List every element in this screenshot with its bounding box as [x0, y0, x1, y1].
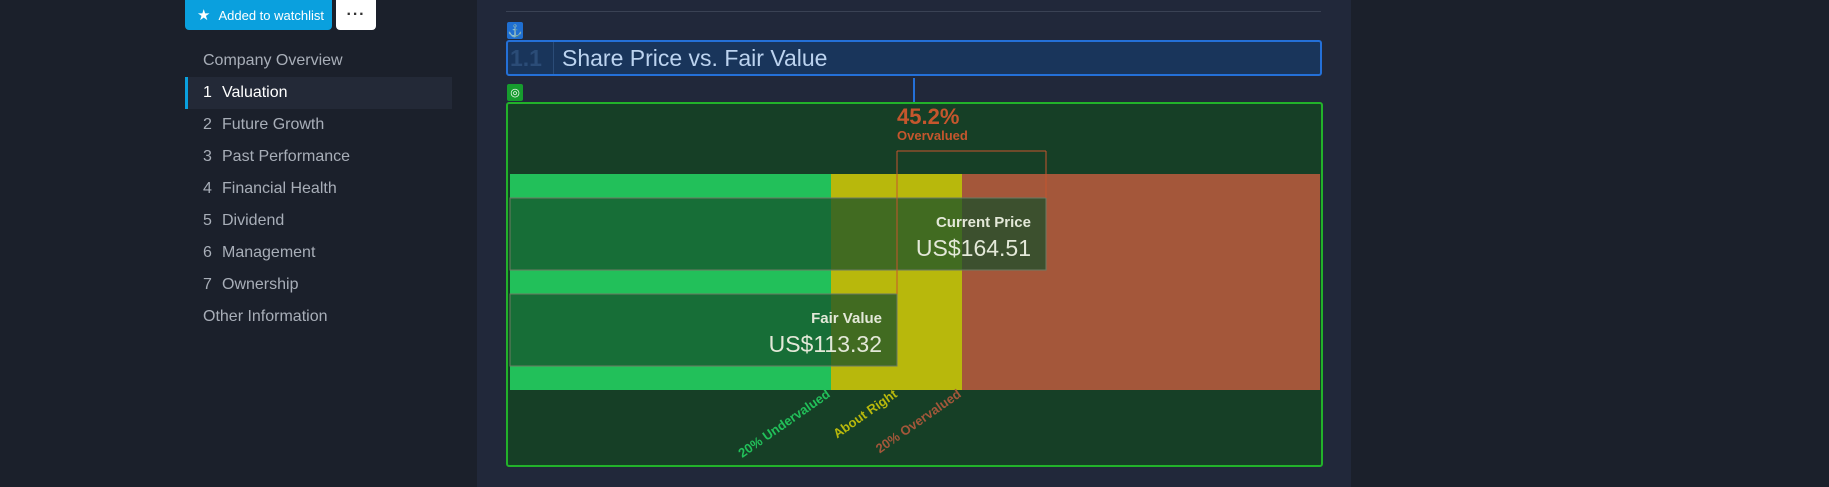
target-icon[interactable]: ◎: [507, 84, 523, 101]
valuation-chart: 45.2% Overvalued Current Price US$164.51…: [506, 102, 1323, 467]
divider: [506, 11, 1321, 12]
section-connector: [913, 78, 915, 102]
sidebar-item-number: 3: [203, 148, 212, 165]
sidebar-item-number: 1: [203, 84, 212, 101]
section-header: 1.1 Share Price vs. Fair Value: [506, 40, 1322, 76]
sidebar-item-dividend[interactable]: 5 Dividend: [185, 205, 452, 237]
watchlist-label: Added to watchlist: [218, 7, 324, 23]
current-price-value: US$164.51: [916, 235, 1031, 261]
more-options-button[interactable]: ···: [336, 0, 376, 30]
valuation-status: Overvalued: [897, 128, 968, 143]
current-price-label: Current Price: [936, 214, 1031, 231]
star-icon: ★: [197, 6, 211, 24]
section-title: Share Price vs. Fair Value: [562, 44, 828, 71]
sidebar-item-future-growth[interactable]: 2 Future Growth: [185, 109, 452, 141]
sidebar-item-label: Future Growth: [222, 116, 325, 133]
watchlist-button[interactable]: ★ Added to watchlist: [185, 0, 332, 30]
sidebar-item-ownership[interactable]: 7 Ownership: [185, 269, 452, 301]
sidebar-item-number: 5: [203, 212, 212, 229]
sidebar-item-label: Financial Health: [222, 180, 337, 197]
fair-value-value: US$113.32: [769, 331, 882, 357]
sidebar-item-other-information[interactable]: Other Information: [185, 301, 452, 333]
sidebar-item-number: 2: [203, 116, 212, 133]
anchor-icon[interactable]: ⚓: [507, 22, 523, 39]
sidebar-item-number: 6: [203, 244, 212, 261]
sidebar-item-label: Other Information: [203, 308, 328, 325]
sidebar-item-past-performance[interactable]: 3 Past Performance: [185, 141, 452, 173]
sidebar-item-label: Dividend: [222, 212, 285, 229]
sidebar-nav: Company Overview 1 Valuation 2 Future Gr…: [185, 45, 452, 333]
zone-label-undervalued: 20% Undervalued: [735, 386, 832, 460]
fair-value-label: Fair Value: [811, 310, 882, 327]
sidebar-item-label: Past Performance: [222, 148, 351, 165]
sidebar-item-label: Valuation: [222, 84, 288, 101]
sidebar-item-management[interactable]: 6 Management: [185, 237, 452, 269]
sidebar-item-label: Ownership: [222, 276, 299, 293]
sidebar-item-financial-health[interactable]: 4 Financial Health: [185, 173, 452, 205]
valuation-percent: 45.2%: [897, 104, 959, 129]
sidebar-item-number: 4: [203, 180, 212, 197]
valuation-chart-svg: 45.2% Overvalued Current Price US$164.51…: [509, 104, 1320, 461]
sidebar-item-valuation[interactable]: 1 Valuation: [185, 77, 452, 109]
sidebar-item-number: 7: [203, 276, 212, 293]
section-number: 1.1: [508, 42, 554, 74]
sidebar-item-label: Management: [222, 244, 316, 261]
sidebar-item-label: Company Overview: [203, 52, 343, 69]
sidebar-item-company-overview[interactable]: Company Overview: [185, 45, 452, 77]
